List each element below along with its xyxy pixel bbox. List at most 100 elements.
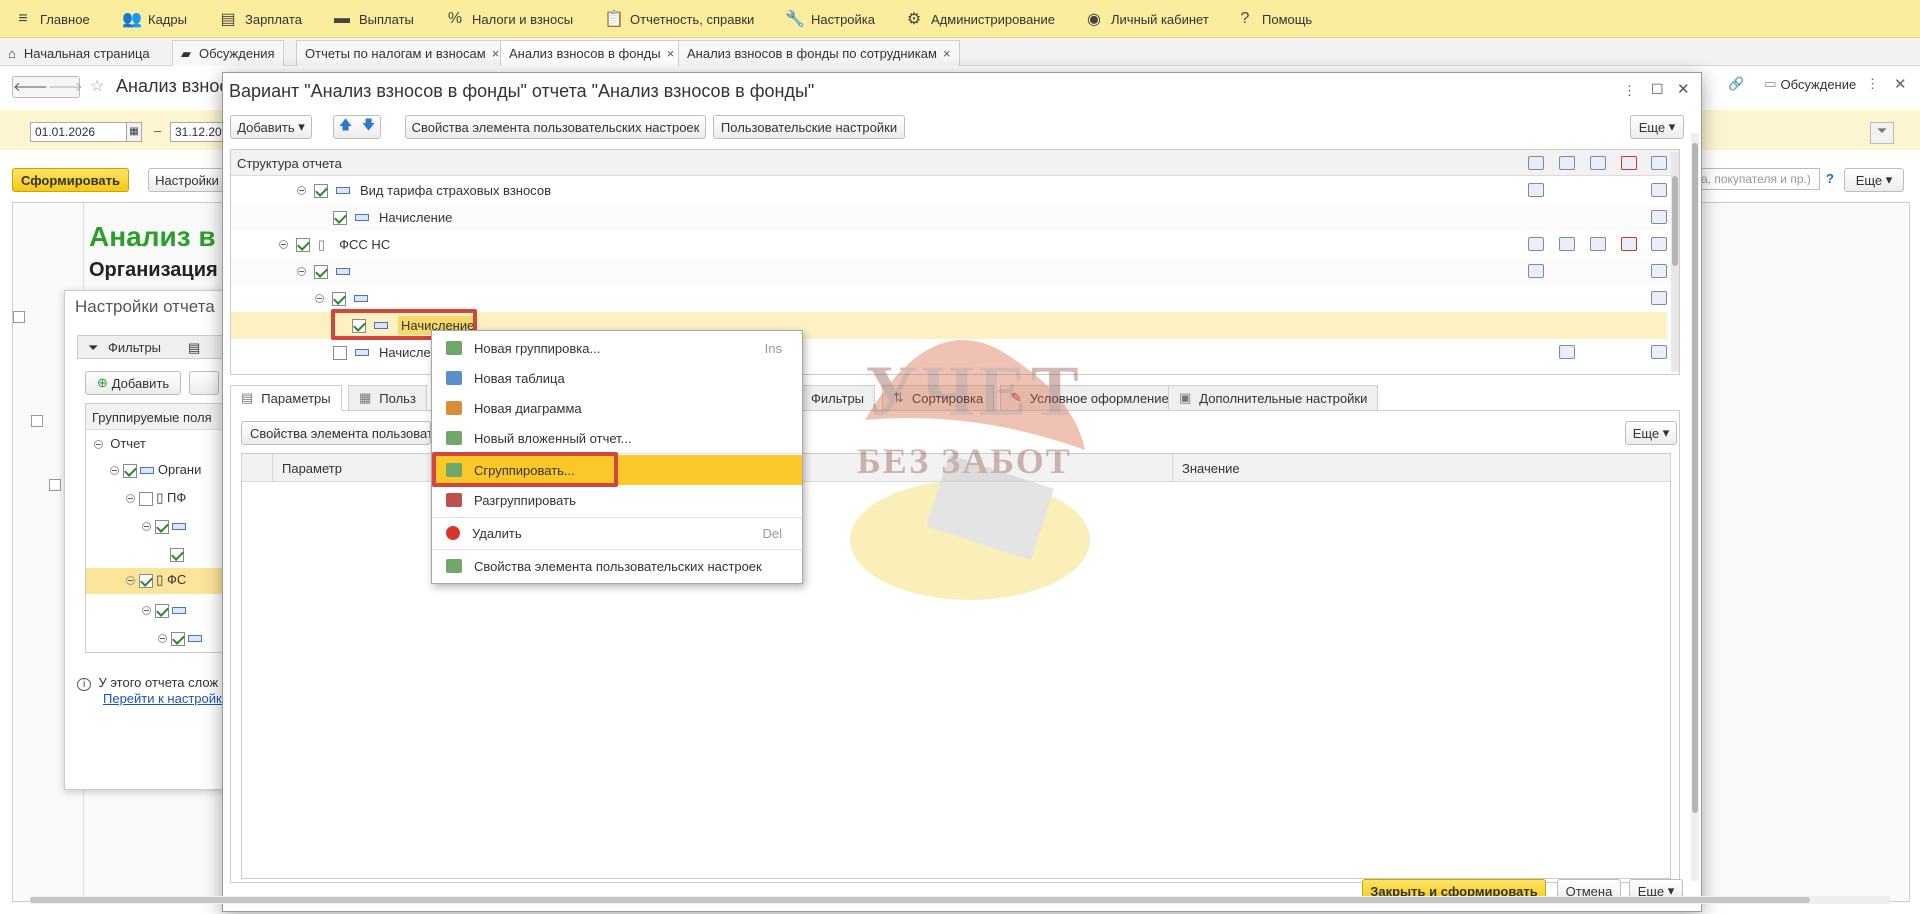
structure-row[interactable]: ▯ ФСС НС: [231, 231, 1679, 258]
menu-setup[interactable]: 🔧 Настройка: [785, 0, 875, 38]
conditional-format-col-icon[interactable]: [1621, 237, 1637, 251]
search-input[interactable]: а, покупателя и пр.): [1698, 168, 1820, 190]
arrow-up-icon[interactable]: 🡅: [339, 116, 352, 138]
additional-col-icon[interactable]: [1651, 264, 1667, 278]
tab-parameters[interactable]: ▤ Параметры: [230, 385, 342, 411]
additional-col-icon[interactable]: [1651, 210, 1667, 224]
structure-row[interactable]: Вид тарифа страховых взносов: [231, 177, 1679, 204]
tree-item[interactable]: [142, 518, 187, 534]
menu-main[interactable]: ≡ Главное: [14, 0, 89, 38]
menu-taxes[interactable]: % Налоги и взносы: [446, 0, 573, 38]
grouping-col-icon[interactable]: [1528, 183, 1544, 197]
additional-col-icon[interactable]: [1651, 345, 1667, 359]
structure-row[interactable]: Начисление: [231, 204, 1679, 231]
more-button[interactable]: Еще ▾: [1630, 115, 1684, 139]
scrollbar-thumb[interactable]: [1692, 143, 1698, 813]
maximize-icon[interactable]: ☐: [1651, 81, 1664, 98]
menu-new-table[interactable]: Новая таблица: [432, 363, 802, 393]
settings-link[interactable]: Перейти к настройке: [103, 691, 229, 706]
tab-conditional-format[interactable]: ✎ Условное оформление: [1000, 385, 1180, 411]
delete-icon: [446, 526, 460, 540]
scrollbar-thumb[interactable]: [1672, 176, 1678, 266]
tab-discussions[interactable]: ▰ Обсуждения: [172, 40, 284, 66]
tab-additional[interactable]: ▣ Дополнительные настройки: [1168, 385, 1379, 411]
arrow-down-icon[interactable]: 🡇: [362, 116, 375, 138]
add-dropdown-button[interactable]: Добавить ▾: [230, 115, 312, 139]
add-button[interactable]: ⊕ Добавить: [85, 371, 181, 395]
tree-item[interactable]: [158, 630, 203, 646]
tab-tax-reports[interactable]: Отчеты по налогам и взносам ×: [296, 40, 509, 66]
forward-arrow-icon[interactable]: 🡒: [48, 79, 83, 95]
close-icon[interactable]: ✕: [1894, 75, 1907, 93]
collapse-icon[interactable]: [13, 311, 25, 323]
tree-item-pf[interactable]: ▯ ПФ: [126, 490, 186, 506]
menu-ungroup[interactable]: Разгруппировать: [432, 485, 802, 515]
structure-row[interactable]: [231, 258, 1679, 285]
kebab-icon[interactable]: ⋮: [1623, 83, 1636, 99]
structure-row[interactable]: [231, 285, 1679, 312]
settings-button[interactable]: Настройки: [148, 168, 226, 192]
favorite-star-icon[interactable]: ☆: [90, 76, 104, 96]
tree-item-label: Органи: [157, 462, 202, 477]
tab-filters[interactable]: Фильтры: [108, 340, 161, 355]
menu-reports[interactable]: 📋 Отчетность, справки: [604, 0, 754, 38]
menu-new-grouping[interactable]: Новая группировка... Ins: [432, 333, 802, 363]
scrollbar-thumb[interactable]: [30, 897, 1810, 903]
filter-icon[interactable]: ⏷: [1870, 122, 1894, 144]
menu-admin[interactable]: ⚙ Администрирование: [905, 0, 1055, 38]
additional-icon: ▣: [1179, 390, 1192, 405]
collapse-icon[interactable]: [31, 415, 43, 427]
filter-col-icon[interactable]: [1559, 237, 1575, 251]
tab-home[interactable]: ⌂ Начальная страница: [0, 40, 158, 66]
close-icon[interactable]: ✕: [1677, 80, 1690, 98]
tree-item[interactable]: [142, 602, 187, 618]
generate-button[interactable]: Сформировать: [12, 168, 129, 192]
filter-col-icon[interactable]: [1559, 345, 1575, 359]
grouping-col-icon[interactable]: [1528, 264, 1544, 278]
close-icon[interactable]: ×: [667, 46, 675, 61]
close-icon[interactable]: ×: [943, 46, 951, 61]
info-icon: i: [77, 678, 92, 691]
menu-item-label: Разгруппировать: [474, 492, 576, 508]
menu-new-nested-report[interactable]: Новый вложенный отчет...: [432, 423, 802, 453]
tab-user-fields[interactable]: ▦ Польз: [348, 385, 427, 411]
element-properties-button[interactable]: Свойства элемента пользовате: [241, 421, 431, 445]
menu-payments[interactable]: ▬ Выплаты: [333, 0, 414, 38]
tree-item-fss[interactable]: ▯ ФС: [126, 572, 186, 588]
more-button[interactable]: Еще ▾: [1625, 421, 1677, 445]
info-text-label: У этого отчета слож: [98, 675, 219, 690]
menu-staff[interactable]: 👥 Кадры: [122, 0, 187, 38]
menu-help[interactable]: ? Помощь: [1236, 0, 1313, 38]
menu-item-label: Новая группировка...: [474, 340, 601, 356]
element-properties-button[interactable]: Свойства элемента пользовательских настр…: [405, 115, 706, 139]
more-button[interactable]: Еще ▾: [1844, 168, 1904, 192]
discussion-link[interactable]: 🔗 ▭ Обсуждение: [1728, 76, 1856, 92]
more-label: Еще: [1632, 425, 1660, 441]
tab-fund-analysis-employees[interactable]: Анализ взносов в фонды по сотрудникам ×: [678, 40, 960, 66]
additional-col-icon[interactable]: [1651, 183, 1667, 197]
kebab-icon[interactable]: ⋮: [1866, 76, 1879, 92]
tab-fund-analysis[interactable]: Анализ взносов в фонды ×: [500, 40, 684, 66]
help-icon[interactable]: ?: [1826, 171, 1834, 186]
close-icon[interactable]: ×: [492, 46, 500, 61]
tree-item-report[interactable]: Отчет: [94, 436, 146, 451]
menu-element-properties[interactable]: Свойства элемента пользовательских настр…: [432, 551, 802, 581]
tree-item-org[interactable]: Органи: [110, 462, 201, 478]
tree-item[interactable]: [170, 546, 184, 562]
grouping-col-icon[interactable]: [1528, 237, 1544, 251]
tab-sort[interactable]: ⇅ Сортировка: [882, 385, 995, 411]
date-to-field[interactable]: 31.12.20: [170, 122, 226, 142]
menu-delete[interactable]: Удалить Del: [432, 518, 802, 548]
back-arrow-icon[interactable]: 🡐: [13, 79, 48, 95]
calendar-icon[interactable]: ▦: [126, 122, 142, 142]
menu-salary[interactable]: ▤ Зарплата: [219, 0, 301, 38]
tab-filters[interactable]: Фильтры: [800, 385, 876, 411]
collapse-icon[interactable]: [49, 479, 61, 491]
add-copy-button[interactable]: [189, 371, 219, 395]
additional-col-icon[interactable]: [1651, 291, 1667, 305]
additional-col-icon[interactable]: [1651, 237, 1667, 251]
sort-col-icon[interactable]: [1590, 237, 1606, 251]
menu-new-chart[interactable]: Новая диаграмма: [432, 393, 802, 423]
menu-cabinet[interactable]: ◉ Личный кабинет: [1085, 0, 1209, 38]
user-settings-button[interactable]: Пользовательские настройки: [713, 115, 905, 139]
